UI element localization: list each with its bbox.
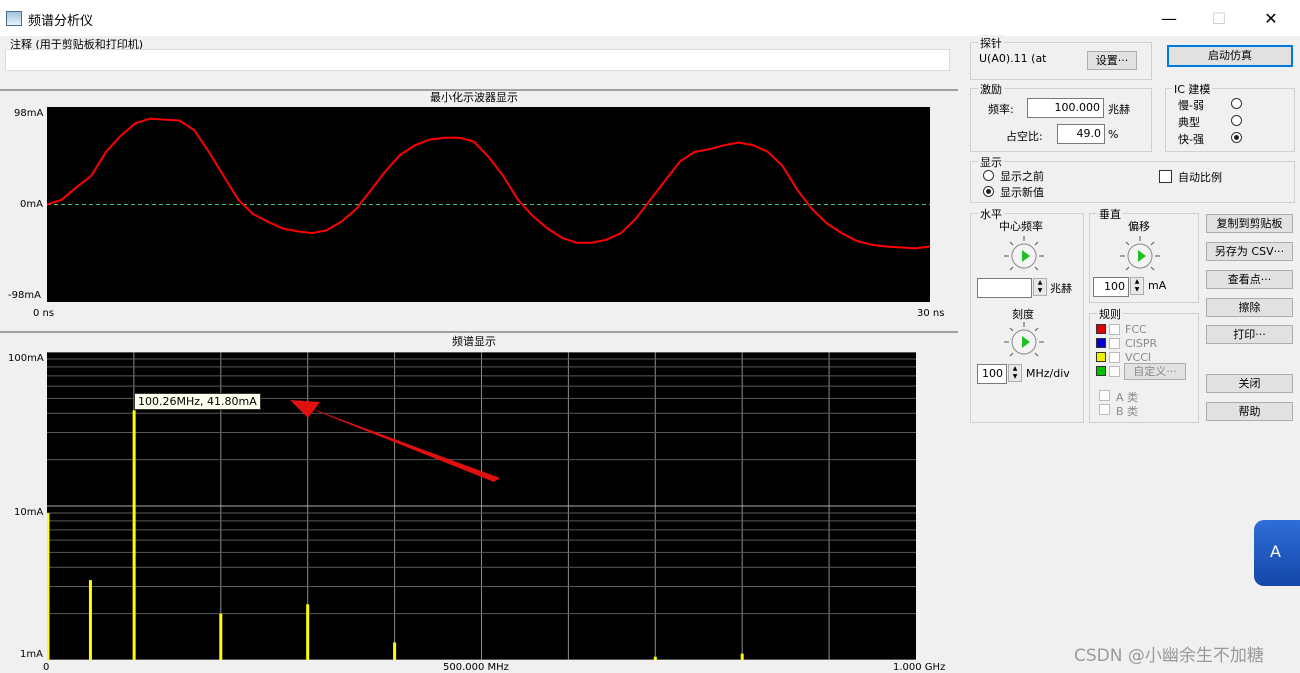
duty-cycle-label: 占空比: xyxy=(1006,130,1043,143)
spectrum-title: 频谱显示 xyxy=(452,335,496,348)
ic-model-option-1-label: 典型 xyxy=(1178,116,1200,129)
rule-fcc-swatch xyxy=(1096,324,1106,334)
watermark: CSDN @小幽余生不加糖 xyxy=(1074,646,1264,666)
ic-model-option-0-label: 慢-弱 xyxy=(1178,99,1204,112)
print-button[interactable]: 打印··· xyxy=(1206,325,1293,344)
ic-model-option-2-radio[interactable] xyxy=(1231,132,1242,143)
offset-input[interactable]: 100 xyxy=(1093,277,1129,297)
floating-assistant-label: A xyxy=(1270,542,1281,561)
spectrum-x-0-label: 0 xyxy=(43,662,50,673)
title-bar xyxy=(0,0,1300,36)
spectrum-bar xyxy=(740,653,744,660)
duty-cycle-input[interactable]: 49.0 xyxy=(1057,124,1105,144)
minimize-button[interactable]: — xyxy=(1146,6,1192,32)
scope-y-bot-label: -98mA xyxy=(8,290,41,301)
duty-cycle-unit: % xyxy=(1108,128,1119,141)
spectrum-y-10-label: 10mA xyxy=(14,507,44,518)
frequency-unit: 兆赫 xyxy=(1108,103,1130,116)
clear-button[interactable]: 擦除 xyxy=(1206,298,1293,317)
center-frequency-spinner[interactable]: ▲ ▼ xyxy=(1033,278,1047,296)
center-frequency-knob-icon[interactable] xyxy=(1002,234,1046,278)
rule-cispr-swatch xyxy=(1096,338,1106,348)
rule-fcc-checkbox[interactable] xyxy=(1109,324,1120,335)
offset-knob-icon[interactable] xyxy=(1118,234,1162,278)
spectrum-x-mid-label: 500.000 MHz xyxy=(443,662,509,673)
offset-spinner[interactable]: ▲ ▼ xyxy=(1130,277,1144,295)
ic-model-option-1-radio[interactable] xyxy=(1231,115,1242,126)
probe-settings-button[interactable]: 设置··· xyxy=(1087,51,1137,70)
view-points-button[interactable]: 查看点··· xyxy=(1206,270,1293,289)
spectrum-bar xyxy=(653,656,657,660)
spectrum-x-end-label: 1.000 GHz xyxy=(893,662,946,673)
auto-scale-checkbox[interactable] xyxy=(1159,170,1172,183)
rule-cispr-checkbox[interactable] xyxy=(1109,338,1120,349)
spectrum-bar xyxy=(47,513,50,660)
stimulus-label: 激励 xyxy=(978,81,1004,97)
save-csv-button[interactable]: 另存为 CSV··· xyxy=(1206,242,1293,261)
rule-custom-swatch xyxy=(1096,366,1106,376)
help-button[interactable]: 帮助 xyxy=(1206,402,1293,421)
offset-unit: mA xyxy=(1148,279,1167,292)
offset-label: 偏移 xyxy=(1128,220,1150,233)
class-a-checkbox[interactable] xyxy=(1099,390,1110,401)
scope-plot xyxy=(47,107,930,302)
copy-to-clipboard-button[interactable]: 复制到剪贴板 xyxy=(1206,214,1293,233)
start-simulation-button[interactable]: 启动仿真 xyxy=(1167,45,1293,67)
window-title: 频谱分析仪 xyxy=(28,14,94,29)
ic-model-option-0-radio[interactable] xyxy=(1231,98,1242,109)
scope-x-left-label: 0 ns xyxy=(33,308,55,319)
scope-title: 最小化示波器显示 xyxy=(430,91,518,104)
scale-spinner[interactable]: ▲ ▼ xyxy=(1008,364,1022,382)
display-option-1-radio[interactable] xyxy=(983,186,994,197)
frequency-input[interactable]: 100.000 xyxy=(1027,98,1104,118)
spectrum-bar xyxy=(88,580,92,660)
rules-label: 规则 xyxy=(1097,306,1123,322)
scope-plot-svg xyxy=(47,117,930,250)
center-frequency-label: 中心频率 xyxy=(999,220,1043,233)
scale-input[interactable]: 100 xyxy=(977,364,1007,384)
app-icon xyxy=(6,11,22,26)
scope-x-right-label: 30 ns xyxy=(917,308,945,319)
spectrum-bar xyxy=(219,613,223,660)
rule-vcci-checkbox[interactable] xyxy=(1109,352,1120,363)
ic-model-label: IC 建模 xyxy=(1172,81,1213,97)
scope-trace xyxy=(47,117,930,250)
display-option-0-label: 显示之前 xyxy=(1000,170,1044,183)
center-frequency-input[interactable] xyxy=(977,278,1032,298)
rule-fcc-label: FCC xyxy=(1125,323,1147,336)
frequency-label: 频率: xyxy=(988,103,1014,116)
rule-cispr-label: CISPR xyxy=(1125,337,1158,350)
probe-label: 探针 xyxy=(978,35,1004,51)
vertical-label: 垂直 xyxy=(1097,206,1123,222)
display-option-1-label: 显示新值 xyxy=(1000,186,1044,199)
rule-vcci-swatch xyxy=(1096,352,1106,362)
spectrum-y-1-label: 1mA xyxy=(20,649,43,660)
scope-y-top-label: 98mA xyxy=(14,108,44,119)
annotation-arrow-icon xyxy=(290,400,500,482)
rule-custom-checkbox[interactable] xyxy=(1109,366,1120,377)
scope-y-mid-label: 0mA xyxy=(20,199,43,210)
spectrum-y-100-label: 100mA xyxy=(8,353,44,364)
spectrum-tooltip: 100.26MHz, 41.80mA xyxy=(134,393,261,410)
scale-unit: MHz/div xyxy=(1026,367,1070,380)
center-frequency-unit: 兆赫 xyxy=(1050,282,1072,295)
class-b-label: B 类 xyxy=(1116,405,1139,418)
spectrum-bar xyxy=(132,410,136,660)
close-button[interactable]: ✕ xyxy=(1248,6,1294,32)
probe-value: U(A0).11 (at xyxy=(979,52,1047,65)
close-dialog-button[interactable]: 关闭 xyxy=(1206,374,1293,393)
spectrum-bar xyxy=(306,604,310,660)
spectrum-bar xyxy=(393,642,397,660)
auto-scale-label: 自动比例 xyxy=(1178,171,1222,184)
maximize-button[interactable]: ☐ xyxy=(1196,6,1242,32)
ic-model-option-2-label: 快-强 xyxy=(1178,133,1204,146)
scale-knob-icon[interactable] xyxy=(1002,320,1046,364)
note-input[interactable] xyxy=(5,49,950,71)
floating-assistant-button[interactable]: A xyxy=(1254,520,1300,586)
class-b-checkbox[interactable] xyxy=(1099,404,1110,415)
custom-rule-button[interactable]: 自定义··· xyxy=(1124,363,1186,380)
display-option-0-radio[interactable] xyxy=(983,170,994,181)
